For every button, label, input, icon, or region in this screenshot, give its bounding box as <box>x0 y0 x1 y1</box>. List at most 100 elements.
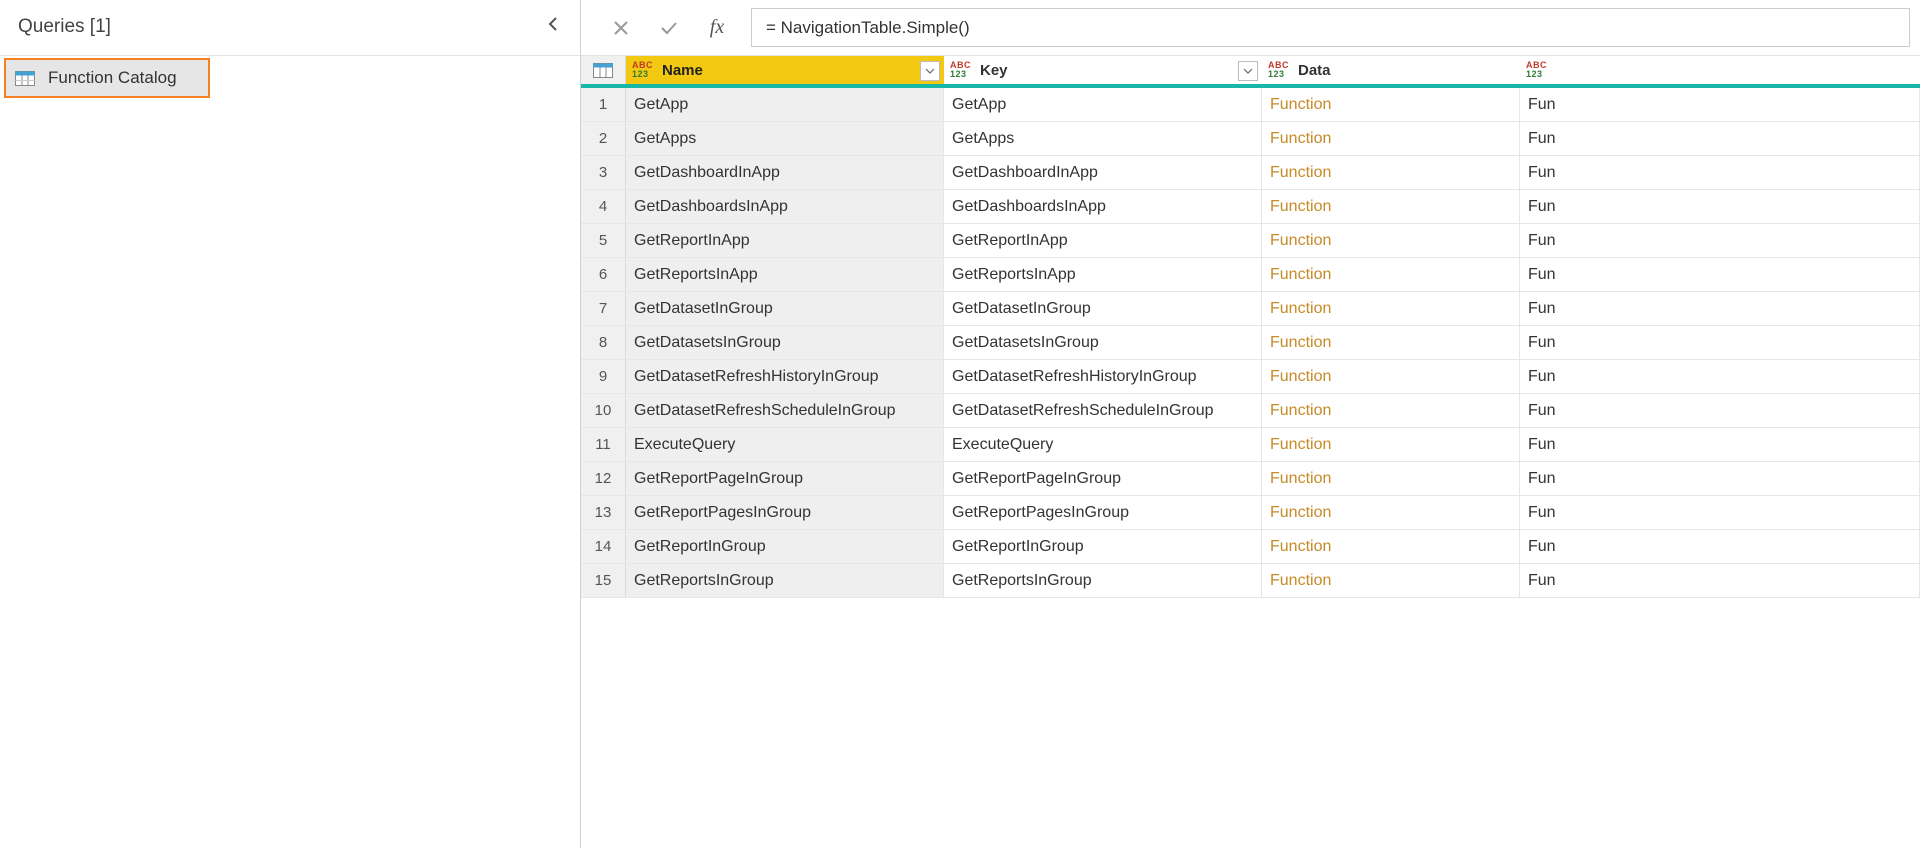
cell-itemkind[interactable]: Fun <box>1520 190 1920 223</box>
cell-itemkind[interactable]: Fun <box>1520 394 1920 427</box>
cell-data[interactable]: Function <box>1262 156 1520 189</box>
cell-key[interactable]: ExecuteQuery <box>944 428 1262 461</box>
table-row[interactable]: 7GetDatasetInGroupGetDatasetInGroupFunct… <box>581 292 1920 326</box>
cell-data[interactable]: Function <box>1262 428 1520 461</box>
cell-name[interactable]: GetReportsInApp <box>626 258 944 291</box>
table-row[interactable]: 12GetReportPageInGroupGetReportPageInGro… <box>581 462 1920 496</box>
cell-data[interactable]: Function <box>1262 122 1520 155</box>
cell-key[interactable]: GetApp <box>944 88 1262 121</box>
cell-name[interactable]: GetDatasetsInGroup <box>626 326 944 359</box>
cell-itemkind[interactable]: Fun <box>1520 156 1920 189</box>
cell-itemkind[interactable]: Fun <box>1520 258 1920 291</box>
cell-name[interactable]: GetApp <box>626 88 944 121</box>
cell-key[interactable]: GetDatasetRefreshHistoryInGroup <box>944 360 1262 393</box>
type-any-icon: ABC123 <box>1268 61 1292 79</box>
column-filter-button[interactable] <box>1238 61 1258 81</box>
cell-key[interactable]: GetReportInApp <box>944 224 1262 257</box>
table-row[interactable]: 1GetAppGetAppFunctionFun <box>581 88 1920 122</box>
cell-data[interactable]: Function <box>1262 326 1520 359</box>
cell-key[interactable]: GetReportsInApp <box>944 258 1262 291</box>
cell-key[interactable]: GetDatasetRefreshScheduleInGroup <box>944 394 1262 427</box>
column-header-itemkind[interactable]: ABC123 <box>1520 56 1920 84</box>
cell-data[interactable]: Function <box>1262 88 1520 121</box>
fx-icon[interactable]: fx <box>693 8 741 47</box>
cell-key[interactable]: GetApps <box>944 122 1262 155</box>
cell-name[interactable]: ExecuteQuery <box>626 428 944 461</box>
cell-data[interactable]: Function <box>1262 224 1520 257</box>
cell-name[interactable]: GetDatasetRefreshScheduleInGroup <box>626 394 944 427</box>
cell-name[interactable]: GetReportInGroup <box>626 530 944 563</box>
cell-itemkind[interactable]: Fun <box>1520 530 1920 563</box>
table-row[interactable]: 5GetReportInAppGetReportInAppFunctionFun <box>581 224 1920 258</box>
cell-key[interactable]: GetReportPageInGroup <box>944 462 1262 495</box>
data-grid: ABC123 Name ABC123 Key <box>581 56 1920 848</box>
cell-key[interactable]: GetDashboardInApp <box>944 156 1262 189</box>
row-number: 3 <box>581 156 626 189</box>
row-number: 4 <box>581 190 626 223</box>
cell-itemkind[interactable]: Fun <box>1520 292 1920 325</box>
table-row[interactable]: 10GetDatasetRefreshScheduleInGroupGetDat… <box>581 394 1920 428</box>
cell-data[interactable]: Function <box>1262 496 1520 529</box>
column-header-data[interactable]: ABC123 Data <box>1262 56 1520 84</box>
cell-itemkind[interactable]: Fun <box>1520 428 1920 461</box>
cell-data[interactable]: Function <box>1262 360 1520 393</box>
cell-data[interactable]: Function <box>1262 530 1520 563</box>
row-number: 12 <box>581 462 626 495</box>
cell-name[interactable]: GetDatasetRefreshHistoryInGroup <box>626 360 944 393</box>
cell-name[interactable]: GetReportInApp <box>626 224 944 257</box>
column-header-name[interactable]: ABC123 Name <box>626 56 944 84</box>
cell-data[interactable]: Function <box>1262 292 1520 325</box>
cell-itemkind[interactable]: Fun <box>1520 564 1920 597</box>
cell-key[interactable]: GetDatasetInGroup <box>944 292 1262 325</box>
accept-formula-button[interactable] <box>645 8 693 47</box>
row-number: 7 <box>581 292 626 325</box>
cell-itemkind[interactable]: Fun <box>1520 496 1920 529</box>
cancel-formula-button[interactable] <box>597 8 645 47</box>
formula-input[interactable]: = NavigationTable.Simple() <box>751 8 1910 47</box>
type-any-icon: ABC123 <box>950 61 974 79</box>
cell-itemkind[interactable]: Fun <box>1520 88 1920 121</box>
cell-data[interactable]: Function <box>1262 394 1520 427</box>
table-row[interactable]: 11ExecuteQueryExecuteQueryFunctionFun <box>581 428 1920 462</box>
cell-data[interactable]: Function <box>1262 258 1520 291</box>
table-row[interactable]: 6GetReportsInAppGetReportsInAppFunctionF… <box>581 258 1920 292</box>
cell-key[interactable]: GetDashboardsInApp <box>944 190 1262 223</box>
row-number: 8 <box>581 326 626 359</box>
cell-data[interactable]: Function <box>1262 190 1520 223</box>
column-filter-button[interactable] <box>920 61 940 81</box>
cell-itemkind[interactable]: Fun <box>1520 122 1920 155</box>
cell-key[interactable]: GetReportsInGroup <box>944 564 1262 597</box>
table-row[interactable]: 3GetDashboardInAppGetDashboardInAppFunct… <box>581 156 1920 190</box>
column-header-key[interactable]: ABC123 Key <box>944 56 1262 84</box>
collapse-pane-button[interactable] <box>540 15 566 38</box>
table-row[interactable]: 15GetReportsInGroupGetReportsInGroupFunc… <box>581 564 1920 598</box>
query-item-label: Function Catalog <box>48 68 177 88</box>
cell-itemkind[interactable]: Fun <box>1520 326 1920 359</box>
grid-corner-button[interactable] <box>581 56 626 84</box>
table-row[interactable]: 9GetDatasetRefreshHistoryInGroupGetDatas… <box>581 360 1920 394</box>
cell-itemkind[interactable]: Fun <box>1520 360 1920 393</box>
cell-key[interactable]: GetDatasetsInGroup <box>944 326 1262 359</box>
cell-name[interactable]: GetReportPageInGroup <box>626 462 944 495</box>
cell-itemkind[interactable]: Fun <box>1520 224 1920 257</box>
query-item-function-catalog[interactable]: Function Catalog <box>4 58 210 98</box>
cell-key[interactable]: GetReportPagesInGroup <box>944 496 1262 529</box>
cell-key[interactable]: GetReportInGroup <box>944 530 1262 563</box>
cell-name[interactable]: GetReportsInGroup <box>626 564 944 597</box>
table-row[interactable]: 4GetDashboardsInAppGetDashboardsInAppFun… <box>581 190 1920 224</box>
cell-name[interactable]: GetReportPagesInGroup <box>626 496 944 529</box>
cell-data[interactable]: Function <box>1262 564 1520 597</box>
cell-name[interactable]: GetDashboardInApp <box>626 156 944 189</box>
table-row[interactable]: 13GetReportPagesInGroupGetReportPagesInG… <box>581 496 1920 530</box>
table-row[interactable]: 8GetDatasetsInGroupGetDatasetsInGroupFun… <box>581 326 1920 360</box>
table-row[interactable]: 2GetAppsGetAppsFunctionFun <box>581 122 1920 156</box>
cell-itemkind[interactable]: Fun <box>1520 462 1920 495</box>
cell-data[interactable]: Function <box>1262 462 1520 495</box>
table-icon <box>14 70 36 86</box>
cell-name[interactable]: GetApps <box>626 122 944 155</box>
table-row[interactable]: 14GetReportInGroupGetReportInGroupFuncti… <box>581 530 1920 564</box>
cell-name[interactable]: GetDatasetInGroup <box>626 292 944 325</box>
row-number: 11 <box>581 428 626 461</box>
row-number: 2 <box>581 122 626 155</box>
cell-name[interactable]: GetDashboardsInApp <box>626 190 944 223</box>
